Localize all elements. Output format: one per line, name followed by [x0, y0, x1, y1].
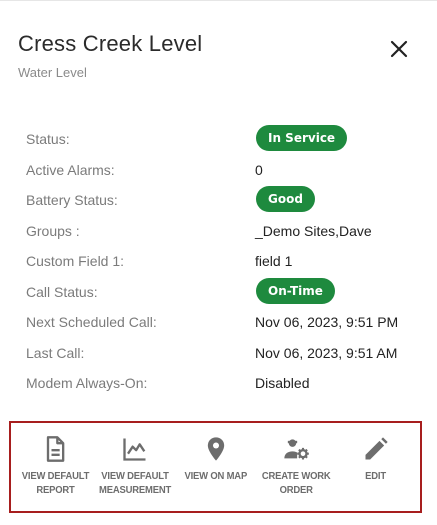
- detail-value: field 1: [255, 253, 293, 269]
- battery-badge: Good: [256, 186, 315, 212]
- page-title: Cress Creek Level: [18, 31, 203, 56]
- close-button[interactable]: [387, 37, 411, 61]
- view-on-map-button[interactable]: VIEW ON MAP: [175, 435, 255, 483]
- view-default-measurement-button[interactable]: VIEW DEFAULT MEASUREMENT: [95, 435, 175, 497]
- detail-value: Nov 06, 2023, 9:51 PM: [255, 314, 399, 330]
- view-default-report-button[interactable]: VIEW DEFAULT REPORT: [15, 435, 95, 497]
- detail-row-modem: Modem Always-On: Disabled: [0, 367, 437, 398]
- detail-panel: Cress Creek Level Water Level Status: In…: [0, 0, 437, 525]
- detail-label: Battery Status:: [26, 192, 118, 208]
- action-label: CREATE WORK ORDER: [261, 470, 331, 496]
- worker-gear-icon: [282, 435, 310, 463]
- detail-row-groups: Groups : _Demo Sites,Dave: [0, 215, 437, 246]
- detail-label: Modem Always-On:: [26, 375, 148, 391]
- detail-row-active-alarms: Active Alarms: 0: [0, 154, 437, 185]
- action-label: EDIT: [365, 470, 387, 482]
- pencil-icon: [362, 435, 390, 463]
- detail-value: Disabled: [255, 375, 310, 391]
- action-label: VIEW DEFAULT REPORT: [21, 470, 89, 496]
- detail-row-battery: Battery Status: Good: [0, 184, 437, 215]
- detail-row-next-call: Next Scheduled Call: Nov 06, 2023, 9:51 …: [0, 306, 437, 337]
- document-icon: [41, 435, 69, 463]
- detail-label: Next Scheduled Call:: [26, 314, 157, 330]
- action-bar: VIEW DEFAULT REPORT VIEW DEFAULT MEASUREME…: [9, 421, 422, 513]
- close-icon: [390, 40, 408, 58]
- detail-row-custom-field: Custom Field 1: field 1: [0, 245, 437, 276]
- map-pin-icon: [202, 435, 230, 463]
- action-label: VIEW DEFAULT MEASUREMENT: [99, 470, 172, 496]
- status-badge: In Service: [256, 125, 348, 151]
- detail-label: Last Call:: [26, 344, 85, 361]
- detail-label: Custom Field 1:: [26, 253, 125, 269]
- detail-value: _Demo Sites,Dave: [255, 222, 372, 239]
- edit-button[interactable]: EDIT: [336, 435, 416, 483]
- call-status-badge: On-Time: [256, 277, 335, 304]
- detail-label: Status:: [26, 131, 70, 147]
- detail-row-last-call: Last Call: Nov 06, 2023, 9:51 AM: [0, 337, 437, 368]
- detail-row-status: Status: In Service: [0, 123, 437, 154]
- action-label: VIEW ON MAP: [184, 470, 247, 482]
- chart-line-icon: [121, 435, 149, 463]
- create-work-order-button[interactable]: CREATE WORK ORDER: [256, 435, 336, 497]
- detail-label: Active Alarms:: [26, 161, 115, 178]
- details-list: Status: In Service Active Alarms: 0 Batt…: [0, 123, 437, 398]
- page-subtitle: Water Level: [18, 65, 87, 80]
- detail-value: Nov 06, 2023, 9:51 AM: [255, 344, 398, 361]
- detail-label: Groups :: [26, 222, 80, 239]
- detail-label: Call Status:: [26, 283, 98, 300]
- detail-row-call-status: Call Status: On-Time: [0, 276, 437, 307]
- detail-value: 0: [255, 161, 263, 178]
